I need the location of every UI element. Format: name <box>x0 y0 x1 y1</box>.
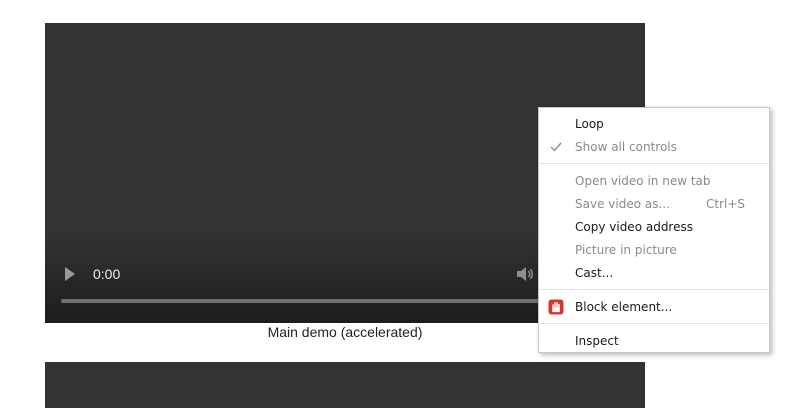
current-time: 0:00 <box>93 266 121 282</box>
menu-item-label: Open video in new tab <box>575 174 711 188</box>
menu-separator <box>539 289 769 290</box>
menu-item-picture-in-picture[interactable]: Picture in picture <box>539 239 769 262</box>
volume-icon[interactable] <box>515 265 535 283</box>
menu-item-copy-video-address[interactable]: Copy video address <box>539 216 769 239</box>
menu-item-label: Loop <box>575 117 604 131</box>
menu-separator <box>539 323 769 324</box>
menu-item-save-video-as[interactable]: Save video as... Ctrl+S <box>539 193 769 216</box>
second-video-player[interactable] <box>45 362 645 408</box>
menu-item-block-element[interactable]: Block element... <box>539 296 769 319</box>
stop-hand-icon <box>548 299 564 315</box>
menu-item-label: Inspect <box>575 334 619 348</box>
menu-item-label: Block element... <box>575 300 673 314</box>
menu-item-shortcut: Ctrl+S <box>705 197 745 211</box>
page: 0:00 Main demo (accelerated) Loop Show a… <box>0 0 789 408</box>
menu-item-open-video-new-tab[interactable]: Open video in new tab <box>539 170 769 193</box>
checkmark-icon <box>550 142 562 152</box>
menu-item-label: Copy video address <box>575 220 693 234</box>
play-icon[interactable] <box>63 265 77 283</box>
context-menu: Loop Show all controls Open video in new… <box>538 107 770 353</box>
menu-item-loop[interactable]: Loop <box>539 113 769 136</box>
menu-item-show-all-controls[interactable]: Show all controls <box>539 136 769 159</box>
menu-item-label: Save video as... <box>575 197 670 211</box>
menu-item-cast[interactable]: Cast... <box>539 262 769 285</box>
menu-item-label: Picture in picture <box>575 243 677 257</box>
menu-item-label: Show all controls <box>575 140 677 154</box>
menu-item-label: Cast... <box>575 266 614 280</box>
menu-separator <box>539 163 769 164</box>
menu-item-inspect[interactable]: Inspect <box>539 330 769 353</box>
